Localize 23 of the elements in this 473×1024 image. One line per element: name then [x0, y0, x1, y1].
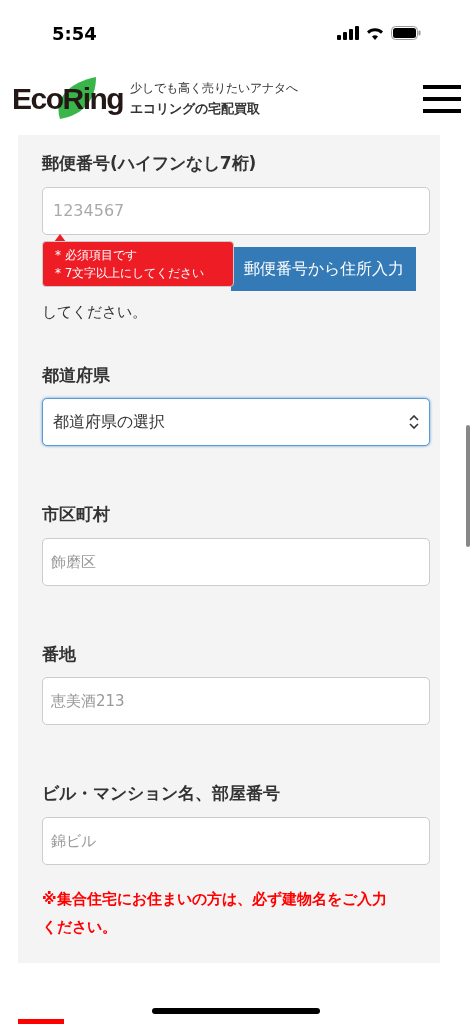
warning-text: ※集合住宅にお住まいの方は、必ず建物名をご入力ください。: [42, 888, 388, 938]
address-lookup-button[interactable]: 郵便番号から住所入力: [231, 246, 416, 291]
field-label: 番地: [42, 642, 77, 666]
field-label: 都道府県: [42, 363, 111, 387]
service-name: エコリングの宅配買取: [130, 99, 261, 118]
chevron-icon: [409, 415, 419, 429]
input-field[interactable]: 恵美酒213: [42, 677, 430, 725]
field-label: 市区町村: [42, 503, 111, 526]
postal-note: してください。: [42, 302, 147, 321]
tagline: 少しでも高く売りたいアナタへ: [130, 79, 298, 97]
status-time: 5:54: [52, 21, 97, 46]
postal-field[interactable]: 1234567: [42, 186, 430, 235]
error-message: * 7文字以上にしてください: [55, 264, 206, 282]
wifi-icon: [365, 26, 385, 40]
input-field[interactable]: 錦ビル: [42, 816, 430, 865]
input-field[interactable]: 飾磨区: [42, 537, 430, 586]
error-message: * 必須項目です: [55, 246, 138, 264]
prefecture-select[interactable]: 都道府県の選択: [42, 398, 430, 446]
footer-edge: [18, 1019, 64, 1024]
signal-icon: [337, 26, 359, 40]
field-label: ビル・マンション名、部屋番号: [42, 782, 281, 805]
field-label: 郵便番号(ハイフンなし7桁): [42, 152, 258, 175]
battery-icon: [391, 26, 421, 40]
